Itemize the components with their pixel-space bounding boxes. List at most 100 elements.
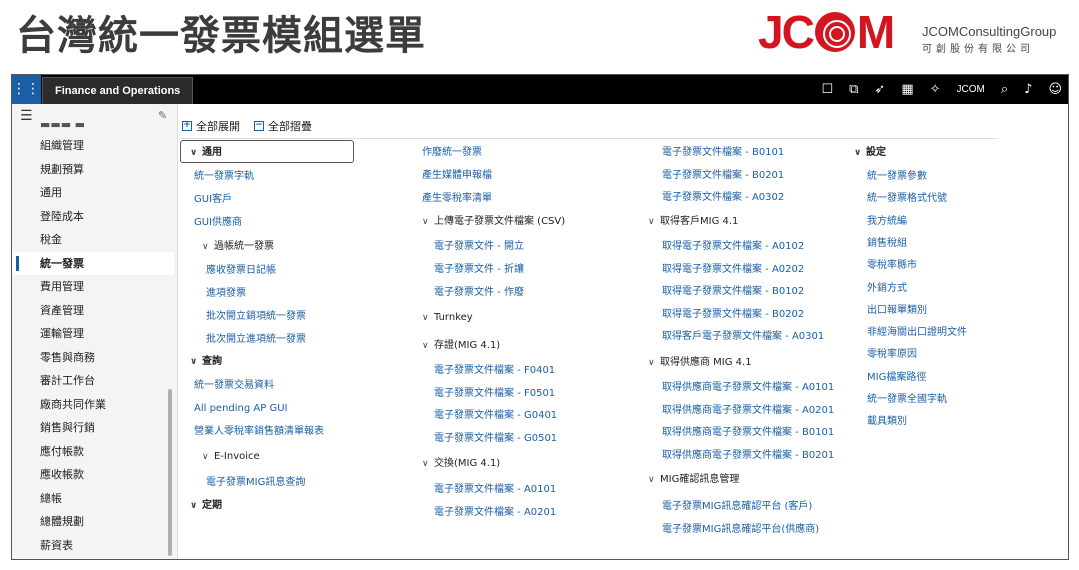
menu-link[interactable]: 電子發票文件檔案 - A0101 <box>434 483 556 497</box>
menu-link[interactable]: 產生媒體申報檔 <box>422 169 492 183</box>
sidebar-item[interactable]: 銷售與行銷 <box>12 416 174 440</box>
menu-group-label: MIG確認訊息管理 <box>660 474 740 485</box>
menu-link[interactable]: 電子發票文件檔案 - G0401 <box>434 409 557 423</box>
sidebar-item[interactable]: 應收帳款 <box>12 463 174 487</box>
sidebar-item[interactable]: 登陸成本 <box>12 205 174 229</box>
menu-link[interactable]: 電子發票文件檔案 - A0302 <box>662 191 784 205</box>
menu-link[interactable]: 取得電子發票文件檔案 - A0202 <box>662 263 804 277</box>
menu-link[interactable]: 應收發票日記帳 <box>206 264 276 278</box>
app-name-tab[interactable]: Finance and Operations <box>42 77 194 104</box>
menu-link[interactable]: 取得客戶電子發票文件檔案 - A0301 <box>662 330 824 344</box>
menu-link[interactable]: 統一發票全國字軌 <box>867 393 947 407</box>
menu-link[interactable]: 零稅率原因 <box>867 348 917 362</box>
menu-link[interactable]: GUI供應商 <box>194 216 242 230</box>
menu-group-header[interactable]: ∨ 取得客戶MIG 4.1 <box>648 215 738 229</box>
sidebar-item[interactable]: 總帳 <box>12 487 174 511</box>
menu-link[interactable]: 批次開立進項統一發票 <box>206 333 306 347</box>
search-icon[interactable]: ⌕ <box>1001 75 1008 104</box>
sidebar-item[interactable]: 稅金 <box>12 228 174 252</box>
chevron-down-icon: ∨ <box>190 501 198 511</box>
menu-group-header[interactable]: ∨ 設定 <box>854 146 886 160</box>
menu-link[interactable]: 電子發票文件檔案 - G0501 <box>434 432 557 446</box>
menu-link[interactable]: 出口報單類別 <box>867 304 927 318</box>
menu-link[interactable]: 電子發票MIG訊息確認平台(供應商) <box>662 523 819 537</box>
menu-link[interactable]: 取得供應商電子發票文件檔案 - A0201 <box>662 404 834 418</box>
menu-link[interactable]: 電子發票文件檔案 - F0501 <box>434 387 555 401</box>
menu-link[interactable]: MIG檔案路徑 <box>867 371 926 385</box>
menu-link[interactable]: 電子發票文件檔案 - F0401 <box>434 364 555 378</box>
menu-link[interactable]: 零稅率縣市 <box>867 259 917 273</box>
sidebar-item[interactable]: 運輸管理 <box>12 322 174 346</box>
smiley-icon[interactable]: ☺ <box>1048 75 1062 104</box>
sidebar-item[interactable]: 通用 <box>12 181 174 205</box>
chevron-down-icon: ∨ <box>190 148 198 158</box>
menu-link[interactable]: 取得供應商電子發票文件檔案 - B0101 <box>662 426 834 440</box>
menu-link[interactable]: 電子發票文件 - 折讓 <box>434 263 524 277</box>
menu-link[interactable]: 我方統編 <box>867 215 907 229</box>
collapse-all-button[interactable]: − 全部摺疊 <box>254 118 312 134</box>
menu-link[interactable]: 進項發票 <box>206 287 246 301</box>
calculator-icon[interactable]: ▦ <box>901 75 913 104</box>
menu-group-header[interactable]: ∨ MIG確認訊息管理 <box>648 473 739 487</box>
sidebar-item[interactable]: 規劃預算 <box>12 158 174 182</box>
hamburger-icon[interactable]: ☰ <box>20 108 33 124</box>
menu-group-header[interactable]: ∨ 交換(MIG 4.1) <box>422 457 500 471</box>
sidebar-item[interactable]: 應付帳款 <box>12 440 174 464</box>
wand-icon[interactable]: ✧ <box>930 75 941 104</box>
sidebar-item[interactable]: 審計工作台 <box>12 369 174 393</box>
menu-link[interactable]: All pending AP GUI <box>194 402 287 416</box>
menu-link[interactable]: 統一發票交易資料 <box>194 379 274 393</box>
menu-link[interactable]: 電子發票文件 - 開立 <box>434 240 524 254</box>
sidebar-item[interactable]: 零售與商務 <box>12 346 174 370</box>
menu-link[interactable]: 電子發票MIG訊息確認平台 (客戶) <box>662 500 812 514</box>
menu-link[interactable]: 產生零稅率清單 <box>422 192 492 206</box>
menu-link[interactable]: 取得供應商電子發票文件檔案 - B0201 <box>662 449 834 463</box>
menu-link[interactable]: 電子發票文件檔案 - A0201 <box>434 506 556 520</box>
menu-link[interactable]: 電子發票文件 - 作廢 <box>434 286 524 300</box>
menu-link[interactable]: 批次開立銷項統一發票 <box>206 310 306 324</box>
menu-link[interactable]: 作廢統一發票 <box>422 146 482 160</box>
sidebar-item[interactable]: 總體規劃 <box>12 510 174 534</box>
menu-link[interactable]: 電子發票MIG訊息查詢 <box>206 476 305 490</box>
bell-icon[interactable]: ♪ <box>1024 75 1032 104</box>
menu-link[interactable]: 取得電子發票文件檔案 - B0102 <box>662 285 804 299</box>
company-picker[interactable]: JCOM <box>957 75 985 104</box>
menu-group-header[interactable]: ∨ 查詢 <box>190 355 222 369</box>
menu-link[interactable]: 取得供應商電子發票文件檔案 - A0101 <box>662 381 834 395</box>
menu-link[interactable]: 營業人零稅率銷售額清單報表 <box>194 425 324 439</box>
sidebar-item[interactable]: 廠商共同作業 <box>12 393 174 417</box>
sidebar-item[interactable]: 薪資表 <box>12 534 174 558</box>
menu-group-header[interactable]: ∨ 取得供應商 MIG 4.1 <box>648 356 752 370</box>
sidebar-item[interactable]: 統一發票 <box>12 251 174 275</box>
menu-group-header[interactable]: ∨ Turnkey <box>422 311 473 325</box>
menu-link[interactable]: 載具類別 <box>867 415 907 429</box>
menu-group-header[interactable]: ∨ 存證(MIG 4.1) <box>422 339 500 353</box>
menu-link[interactable]: 統一發票字軌 <box>194 170 254 184</box>
menu-group-header[interactable]: ∨ 上傳電子發票文件檔案 (CSV) <box>422 215 565 229</box>
sidebar-item[interactable]: 費用管理 <box>12 275 174 299</box>
chevron-down-icon: ∨ <box>202 242 209 252</box>
menu-group-header[interactable]: ∨ 定期 <box>190 499 222 513</box>
menu-link[interactable]: 統一發票格式代號 <box>867 192 947 206</box>
duplicate-icon[interactable]: ⧉ <box>849 75 858 104</box>
sidebar-item[interactable]: 資產管理 <box>12 299 174 323</box>
sidebar-scrollbar[interactable] <box>168 389 172 556</box>
menu-link[interactable]: 統一發票參數 <box>867 170 927 184</box>
menu-link[interactable]: 取得電子發票文件檔案 - B0202 <box>662 308 804 322</box>
menu-link[interactable]: 外銷方式 <box>867 282 907 296</box>
rocket-icon[interactable]: ➶ <box>874 75 885 104</box>
sidebar-item[interactable]: 組織管理 <box>12 134 174 158</box>
menu-link[interactable]: 取得電子發票文件檔案 - A0102 <box>662 240 804 254</box>
menu-link[interactable]: 電子發票文件檔案 - B0201 <box>662 169 784 183</box>
window-icon[interactable]: ☐ <box>821 75 833 104</box>
expand-all-button[interactable]: + 全部展開 <box>182 118 240 134</box>
menu-link[interactable]: 電子發票文件檔案 - B0101 <box>662 146 784 160</box>
menu-group-header[interactable]: ∨ E-Invoice <box>202 450 260 464</box>
menu-link[interactable]: 銷售稅組 <box>867 237 907 251</box>
menu-group-header[interactable]: ∨ 通用 <box>190 146 222 160</box>
menu-link[interactable]: GUI客戶 <box>194 193 232 207</box>
menu-group-header[interactable]: ∨ 過帳統一發票 <box>202 240 274 254</box>
app-launcher-icon[interactable]: ⋮⋮⋮ <box>12 75 54 104</box>
pin-icon[interactable]: ✎ <box>158 109 167 122</box>
menu-link[interactable]: 非經海關出口證明文件 <box>867 326 967 340</box>
